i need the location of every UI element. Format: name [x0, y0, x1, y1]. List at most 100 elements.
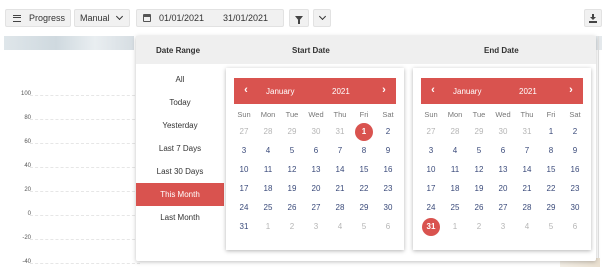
calendar-day[interactable]: 2 [467, 217, 491, 236]
calendar-day[interactable]: 7 [515, 141, 539, 160]
calendar-day[interactable]: 3 [232, 141, 256, 160]
calendar-day[interactable]: 30 [563, 198, 587, 217]
calendar-day[interactable]: 12 [280, 160, 304, 179]
calendar-day[interactable]: 15 [539, 160, 563, 179]
calendar-day[interactable]: 4 [515, 217, 539, 236]
calendar-day[interactable]: 14 [328, 160, 352, 179]
calendar-day[interactable]: 21 [328, 179, 352, 198]
calendar-day[interactable]: 26 [280, 198, 304, 217]
calendar-day[interactable]: 27 [491, 198, 515, 217]
range-option[interactable]: Yesterday [136, 114, 224, 137]
calendar-day[interactable]: 20 [491, 179, 515, 198]
calendar-day[interactable]: 3 [491, 217, 515, 236]
calendar-day[interactable]: 1 [539, 122, 563, 141]
calendar-day[interactable]: 1 [352, 122, 376, 141]
calendar-day[interactable]: 27 [304, 198, 328, 217]
prev-month-button[interactable]: ‹ [240, 85, 252, 96]
calendar-day[interactable]: 9 [563, 141, 587, 160]
calendar-day[interactable]: 3 [304, 217, 328, 236]
calendar-day[interactable]: 22 [352, 179, 376, 198]
calendar-day[interactable]: 4 [328, 217, 352, 236]
calendar-day[interactable]: 10 [232, 160, 256, 179]
more-options-button[interactable] [313, 9, 331, 27]
range-option[interactable]: Last 7 Days [136, 137, 224, 160]
range-option[interactable]: All [136, 68, 224, 91]
calendar-day[interactable]: 25 [443, 198, 467, 217]
calendar-day[interactable]: 1 [443, 217, 467, 236]
calendar-day[interactable]: 31 [232, 217, 256, 236]
calendar-day[interactable]: 29 [467, 122, 491, 141]
calendar-day[interactable]: 5 [352, 217, 376, 236]
download-button[interactable] [584, 9, 602, 27]
calendar-day[interactable]: 10 [419, 160, 443, 179]
range-option[interactable]: This Month [136, 183, 224, 206]
calendar-day[interactable]: 3 [419, 141, 443, 160]
calendar-day[interactable]: 24 [419, 198, 443, 217]
calendar-day[interactable]: 2 [376, 122, 400, 141]
calendar-day[interactable]: 28 [256, 122, 280, 141]
calendar-day[interactable]: 25 [256, 198, 280, 217]
calendar-day[interactable]: 9 [376, 141, 400, 160]
date-range-input[interactable]: 01/01/2021 31/01/2021 [136, 9, 284, 27]
calendar-day[interactable]: 20 [304, 179, 328, 198]
calendar-day[interactable]: 16 [376, 160, 400, 179]
calendar-day[interactable]: 19 [467, 179, 491, 198]
calendar-day[interactable]: 17 [419, 179, 443, 198]
calendar-day[interactable]: 12 [467, 160, 491, 179]
calendar-day[interactable]: 18 [443, 179, 467, 198]
progress-menu-button[interactable]: Progress [5, 9, 71, 27]
calendar-day[interactable]: 15 [352, 160, 376, 179]
calendar-day[interactable]: 28 [515, 198, 539, 217]
calendar-day[interactable]: 18 [256, 179, 280, 198]
prev-month-button[interactable]: ‹ [427, 85, 439, 96]
filter-button[interactable] [289, 9, 309, 27]
next-month-button[interactable]: › [378, 85, 390, 96]
calendar-day[interactable]: 26 [467, 198, 491, 217]
calendar-day[interactable]: 29 [352, 198, 376, 217]
mode-select[interactable]: Manual [74, 9, 130, 27]
calendar-day[interactable]: 2 [563, 122, 587, 141]
calendar-day[interactable]: 27 [232, 122, 256, 141]
range-option[interactable]: Last Month [136, 206, 224, 229]
calendar-day[interactable]: 4 [256, 141, 280, 160]
calendar-day[interactable]: 5 [467, 141, 491, 160]
calendar-day[interactable]: 31 [419, 217, 443, 236]
calendar-day[interactable]: 13 [304, 160, 328, 179]
calendar-day[interactable]: 11 [256, 160, 280, 179]
calendar-day[interactable]: 6 [304, 141, 328, 160]
calendar-day[interactable]: 1 [256, 217, 280, 236]
calendar-day[interactable]: 30 [376, 198, 400, 217]
calendar-day[interactable]: 19 [280, 179, 304, 198]
calendar-day[interactable]: 6 [376, 217, 400, 236]
calendar-day[interactable]: 11 [443, 160, 467, 179]
range-option[interactable]: Today [136, 91, 224, 114]
calendar-day[interactable]: 28 [443, 122, 467, 141]
calendar-day[interactable]: 23 [376, 179, 400, 198]
range-option[interactable]: Last 30 Days [136, 160, 224, 183]
calendar-day[interactable]: 31 [328, 122, 352, 141]
calendar-day[interactable]: 31 [515, 122, 539, 141]
calendar-day[interactable]: 7 [328, 141, 352, 160]
calendar-day[interactable]: 6 [563, 217, 587, 236]
calendar-day[interactable]: 29 [280, 122, 304, 141]
calendar-day[interactable]: 8 [539, 141, 563, 160]
calendar-day[interactable]: 5 [539, 217, 563, 236]
calendar-day[interactable]: 30 [304, 122, 328, 141]
calendar-day[interactable]: 22 [539, 179, 563, 198]
calendar-day[interactable]: 16 [563, 160, 587, 179]
calendar-day[interactable]: 27 [419, 122, 443, 141]
calendar-day[interactable]: 4 [443, 141, 467, 160]
calendar-day[interactable]: 23 [563, 179, 587, 198]
calendar-day[interactable]: 5 [280, 141, 304, 160]
calendar-day[interactable]: 28 [328, 198, 352, 217]
calendar-day[interactable]: 24 [232, 198, 256, 217]
calendar-day[interactable]: 13 [491, 160, 515, 179]
calendar-day[interactable]: 2 [280, 217, 304, 236]
calendar-day[interactable]: 29 [539, 198, 563, 217]
calendar-day[interactable]: 30 [491, 122, 515, 141]
calendar-day[interactable]: 6 [491, 141, 515, 160]
next-month-button[interactable]: › [565, 85, 577, 96]
calendar-day[interactable]: 14 [515, 160, 539, 179]
calendar-day[interactable]: 21 [515, 179, 539, 198]
calendar-day[interactable]: 17 [232, 179, 256, 198]
